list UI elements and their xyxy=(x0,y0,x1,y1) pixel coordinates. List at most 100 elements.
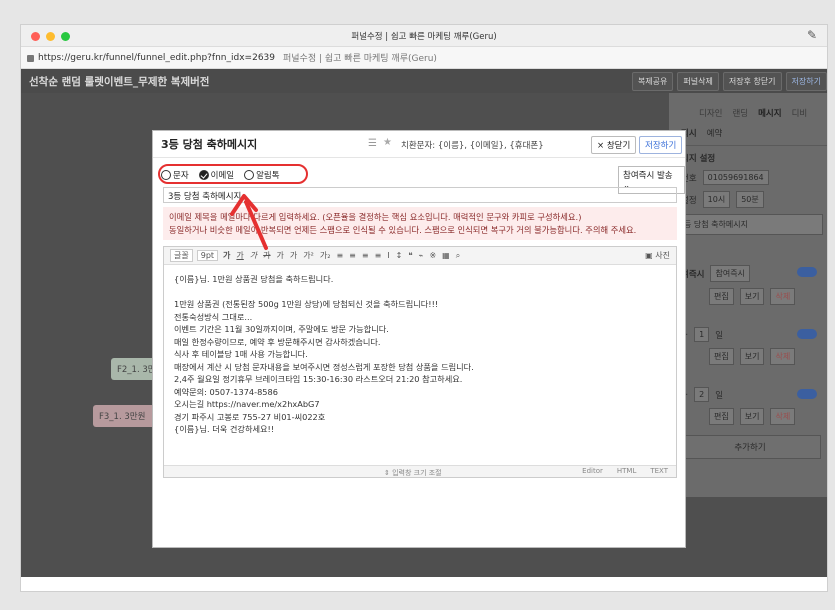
view-button-3[interactable]: 보기 xyxy=(739,408,765,425)
email-body-line: 1만원 상품권 (전통된장 500g 1만원 상당)에 당첨되신 것을 축하드립… xyxy=(174,299,439,309)
email-subject-input[interactable]: 3등 당첨 축하메시지 xyxy=(163,187,677,203)
address-bar[interactable]: https://geru.kr/funnel/funnel_edit.php?f… xyxy=(21,47,827,69)
radio-highlight-annotation xyxy=(158,164,308,184)
message-actions-3: 편집 보기 삭제 xyxy=(669,402,827,425)
clear-format-icon[interactable]: I xyxy=(386,251,390,260)
email-body-line: 2,4주 월요일 정기휴무 브레이크타임 15:30-16:30 라스트오더 2… xyxy=(174,374,463,384)
resize-handle[interactable]: ⇕ 입력창 크기 조절 xyxy=(384,468,442,478)
minute-select[interactable]: 50분 xyxy=(736,191,764,208)
message-name-field[interactable]: 등 당첨 축하메시지 xyxy=(679,214,823,235)
photo-button[interactable]: ▣ 사진 xyxy=(645,250,670,261)
align-left-icon[interactable]: ≡ xyxy=(335,251,344,260)
save-button[interactable]: 저장하기 xyxy=(785,72,827,91)
phone-select[interactable]: 01059691864 xyxy=(702,170,769,185)
send-select[interactable]: 참여즉시 xyxy=(710,265,750,282)
modal-title: 3등 당첨 축하메시지 xyxy=(161,138,258,151)
align-center-icon[interactable]: ≡ xyxy=(348,251,357,260)
day-input-2[interactable]: 2 xyxy=(694,387,710,402)
justify-icon[interactable]: ≡ xyxy=(374,251,383,260)
message-actions-1: 편집 보기 삭제 xyxy=(669,282,827,305)
subscript-icon[interactable]: 가₂ xyxy=(319,250,332,261)
url-text[interactable]: https://geru.kr/funnel/funnel_edit.php?f… xyxy=(38,53,275,63)
lock-icon xyxy=(27,55,34,62)
strike-icon[interactable]: 가 xyxy=(262,250,271,261)
view-button-1[interactable]: 보기 xyxy=(739,288,765,305)
message-edit-modal: 3등 당첨 축하메시지 ☰ ★ 치환문자: {이름}, {이메일}, {휴대폰}… xyxy=(152,130,686,548)
modal-header: 3등 당첨 축하메시지 ☰ ★ 치환문자: {이름}, {이메일}, {휴대폰}… xyxy=(153,131,685,158)
send-timing-value: 참여즉시 발송 xyxy=(623,171,673,181)
search-icon[interactable]: ⌕ xyxy=(455,251,461,261)
size-select[interactable]: 9pt xyxy=(196,250,219,261)
delete-button-3[interactable]: 삭제 xyxy=(770,408,796,425)
link-icon[interactable]: ⌁ xyxy=(418,251,425,260)
delete-funnel-button[interactable]: 퍼널삭제 xyxy=(677,72,719,91)
email-body-line: 이벤트 기간은 11월 30일까지이며, 주말에도 방문 가능합니다. xyxy=(174,324,389,334)
day-row-2: + 2 일 xyxy=(669,381,827,402)
day-input-1[interactable]: 1 xyxy=(694,327,710,342)
day-row-1: + 1 일 xyxy=(669,321,827,342)
funnel-title: 선착순 랜덤 룰렛이벤트_무제한 복제버전 xyxy=(29,75,210,88)
align-right-icon[interactable]: ≡ xyxy=(361,251,370,260)
bold-icon[interactable]: 가 xyxy=(222,250,231,261)
email-body-line: 식사 후 테이블당 1매 사용 가능합니다. xyxy=(174,349,308,359)
quote-icon[interactable]: ❝ xyxy=(407,251,413,260)
save-close-button[interactable]: 저장후 창닫기 xyxy=(722,72,782,91)
photo-label: 사진 xyxy=(655,251,670,260)
text-color-icon[interactable]: 가 xyxy=(276,250,285,261)
email-body-line xyxy=(174,286,666,299)
top-actions: 복제공유 퍼널삭제 저장후 창닫기 저장하기 xyxy=(631,72,827,91)
mode-text[interactable]: TEXT xyxy=(650,467,668,475)
add-message-button[interactable]: 추가하기 xyxy=(679,435,821,459)
mode-html[interactable]: HTML xyxy=(617,467,636,475)
message-subtabs: 지시 예약 xyxy=(669,119,827,139)
email-body[interactable]: {이름}님. 1만원 상품권 당첨을 축하드립니다. 1만원 상품권 (전통된장… xyxy=(164,265,676,444)
underline-icon[interactable]: 가 xyxy=(235,250,244,261)
hour-select[interactable]: 10시 xyxy=(702,191,731,208)
line-height-icon[interactable]: ↕ xyxy=(395,251,404,260)
superscript-icon[interactable]: 가² xyxy=(302,250,315,261)
email-body-line: 경기 파주시 고봉로 755-27 비01-씨022호 xyxy=(174,411,326,422)
star-icon[interactable]: ★ xyxy=(383,137,392,148)
email-body-line: 전통숙성방식 그대로... xyxy=(174,311,253,322)
menu-icon[interactable]: ☰ xyxy=(368,138,377,149)
send-row: 여즉시 참여즉시 xyxy=(669,259,827,282)
right-panel: 디자인 랜딩 메시지 디비 지시 예약 시지 설정 번호 01059691864… xyxy=(669,93,827,497)
panel-tabs: 디자인 랜딩 메시지 디비 xyxy=(669,93,827,119)
pin-icon[interactable]: ✎ xyxy=(807,28,817,42)
subtab-reserve[interactable]: 예약 xyxy=(707,127,723,139)
delete-button-1[interactable]: 삭제 xyxy=(770,288,796,305)
delete-button-2[interactable]: 삭제 xyxy=(770,348,796,365)
time-row: 설정 10시 50분 xyxy=(669,185,827,208)
tab-message[interactable]: 메시지 xyxy=(758,107,781,119)
email-editor[interactable]: 글꼴 9pt 가 가 가 가 가 가 가² 가₂ ≡ ≡ ≡ ≡ I ↕ ❝ ⌁… xyxy=(163,246,677,478)
highlight-icon[interactable]: 가 xyxy=(289,250,298,261)
edit-button-1[interactable]: 편집 xyxy=(709,288,734,305)
copy-share-button[interactable]: 복제공유 xyxy=(631,72,674,91)
day-toggle-1[interactable] xyxy=(797,329,817,339)
italic-icon[interactable]: 가 xyxy=(249,250,258,261)
table-icon[interactable]: ▦ xyxy=(441,251,451,260)
email-body-line: {이름}님. 더욱 건강하세요!! xyxy=(174,424,275,434)
send-toggle[interactable] xyxy=(797,267,817,277)
photo-icon: ▣ xyxy=(645,251,653,260)
day-toggle-2[interactable] xyxy=(797,389,817,399)
special-char-icon[interactable]: ※ xyxy=(428,251,437,260)
tab-db[interactable]: 디비 xyxy=(792,107,808,119)
font-select[interactable]: 글꼴 xyxy=(170,249,193,262)
edit-button-2[interactable]: 편집 xyxy=(709,348,734,365)
modal-close-button[interactable]: × 창닫기 xyxy=(591,136,637,154)
email-body-line: {이름}님. 1만원 상품권 당첨을 축하드립니다. xyxy=(174,274,334,284)
window-title: 퍼널수정 | 쉽고 빠른 마케팅 깨루(Geru) xyxy=(351,32,497,42)
tab-landing[interactable]: 랜딩 xyxy=(732,107,748,119)
mode-editor[interactable]: Editor xyxy=(582,467,603,475)
view-button-2[interactable]: 보기 xyxy=(739,348,765,365)
editor-toolbar: 글꼴 9pt 가 가 가 가 가 가 가² 가₂ ≡ ≡ ≡ ≡ I ↕ ❝ ⌁… xyxy=(164,247,676,265)
phone-row: 번호 01059691864 xyxy=(669,164,827,185)
day-unit-1: 일 xyxy=(715,330,724,341)
email-body-line: 오시는길 https://naver.me/x2hxAbG7 xyxy=(174,399,320,409)
title-bar: 퍼널수정 | 쉽고 빠른 마케팅 깨루(Geru) ✎ xyxy=(21,25,827,47)
modal-save-button[interactable]: 저장하기 xyxy=(639,136,683,154)
message-settings-label: 시지 설정 xyxy=(681,154,716,164)
tab-design[interactable]: 디자인 xyxy=(699,107,722,119)
edit-button-3[interactable]: 편집 xyxy=(709,408,734,425)
